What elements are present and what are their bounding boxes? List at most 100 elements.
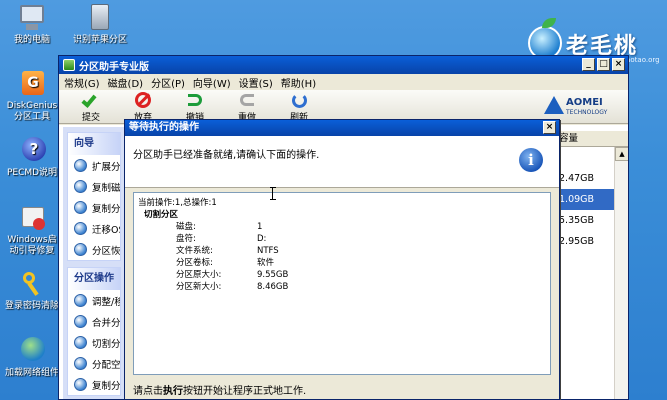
partition-op-item[interactable]: 合并分区	[68, 311, 120, 332]
dialog-title-bar[interactable]: 等待执行的操作 ×	[125, 120, 559, 136]
text-cursor-icon	[270, 187, 278, 200]
operation-field: 分区原大小: 9.55GB	[138, 269, 550, 281]
footer-post: 按钮开始让程序正式地工作.	[183, 386, 307, 397]
menu-help[interactable]: 帮助(H)	[280, 75, 323, 90]
field-key: 分区新大小:	[176, 282, 222, 292]
partition-op-icon	[74, 315, 87, 328]
wizard-item-icon	[74, 159, 87, 172]
close-button[interactable]: ×	[612, 58, 625, 71]
desktop-icon-apple-partition[interactable]: 识别苹果分区	[66, 4, 134, 46]
operation-list[interactable]: 当前操作:1,总操作:1 切割分区 磁盘: 1 盘符: D: 文件系统: NTFS 分…	[133, 192, 551, 375]
wizard-item[interactable]: 复制分区向导	[68, 197, 120, 218]
desktop-icon-my-computer[interactable]: 我的电脑	[0, 4, 64, 46]
partition-op-item[interactable]: 切割分区	[68, 332, 120, 353]
wizard-group: 向导 扩展分区向导 复制磁盘向导 复制分区向导 迁移OS到SSD 分区恢复向导	[67, 132, 121, 261]
wizard-item[interactable]: 分区恢复向导	[68, 239, 120, 260]
partition-op-label: 切割分区	[92, 338, 120, 350]
operation-field: 磁盘: 1	[138, 221, 550, 233]
wizard-item-icon	[74, 222, 87, 235]
app-icon	[63, 59, 75, 71]
desktop-icon-diskgenius[interactable]: G DiskGenius分区工具	[0, 70, 64, 123]
menu-settings[interactable]: 设置(S)	[238, 75, 280, 90]
footer-pre: 请点击	[133, 386, 163, 397]
operation-field: 分区卷标: 软件	[138, 257, 550, 269]
operation-title: 切割分区	[144, 210, 179, 220]
desktop-icon-label: DiskGenius分区工具	[6, 101, 58, 122]
desktop-icon-label: 识别苹果分区	[72, 35, 127, 45]
menu-partition[interactable]: 分区(P)	[150, 75, 192, 90]
aomei-triangle-icon	[544, 96, 564, 114]
discard-icon	[133, 92, 153, 109]
operation-field: 分区新大小: 8.46GB	[138, 281, 550, 293]
desktop-icon-label: 我的电脑	[13, 35, 50, 45]
redo-icon	[237, 92, 257, 109]
vertical-scrollbar[interactable]: ▲	[614, 147, 628, 399]
info-icon: i	[519, 148, 543, 172]
partition-op-icon	[74, 294, 87, 307]
partition-op-label: 复制分区	[92, 380, 120, 392]
desktop-icon-label: 加载网络组件	[4, 368, 59, 378]
menu-general[interactable]: 常规(G)	[63, 75, 107, 90]
operation-counter: 当前操作:1,总操作:1	[138, 198, 217, 208]
field-value: 8.46GB	[257, 282, 289, 292]
partition-op-item[interactable]: 复制分区	[68, 374, 120, 395]
desktop-icon-password-clear[interactable]: 登录密码清除	[0, 270, 64, 312]
wizard-item[interactable]: 扩展分区向导	[68, 155, 120, 176]
scroll-up-icon[interactable]: ▲	[615, 147, 628, 161]
wizard-item-icon	[74, 201, 87, 214]
partition-op-icon	[74, 378, 87, 391]
undo-icon	[185, 92, 205, 109]
partition-op-item[interactable]: 分配空闲空间	[68, 353, 120, 374]
wizard-item-label: 复制磁盘向导	[92, 182, 120, 194]
field-key: 分区卷标:	[176, 258, 213, 268]
dialog-close-button[interactable]: ×	[543, 121, 556, 134]
field-value: 9.55GB	[257, 270, 289, 280]
operation-field: 盘符: D:	[138, 233, 550, 245]
wizard-item-label: 迁移OS到SSD	[92, 224, 120, 236]
field-key: 分区原大小:	[176, 270, 222, 280]
desktop-icon-pecmd[interactable]: ? PECMD说明	[0, 137, 64, 179]
apply-button[interactable]: 提交	[65, 92, 117, 123]
menu-disk[interactable]: 磁盘(D)	[107, 75, 151, 90]
vendor-name: AOMEI	[566, 97, 603, 108]
field-value: NTFS	[257, 246, 279, 256]
partition-op-item[interactable]: 调整/移动分区	[68, 290, 120, 311]
dialog-header: 分区助手已经准备就绪,请确认下面的操作. i	[125, 136, 559, 188]
aomei-logo: AOMEI TECHNOLOGY	[544, 94, 616, 120]
wizard-item[interactable]: 迁移OS到SSD	[68, 218, 120, 239]
apply-label: 提交	[81, 113, 100, 123]
minimize-button[interactable]: _	[582, 58, 595, 71]
field-value: D:	[257, 234, 267, 244]
computer-icon	[17, 4, 47, 32]
field-key: 盘符:	[176, 234, 196, 244]
partition-op-label: 调整/移动分区	[92, 296, 120, 308]
dialog-footer-text: 请点击执行按钮开始让程序正式地工作.	[133, 382, 306, 397]
desktop-icon-network[interactable]: 加载网络组件	[0, 337, 64, 379]
partition-ops-title[interactable]: 分区操作	[68, 268, 120, 290]
window-title-bar[interactable]: 分区助手专业版 _ □ ×	[59, 56, 628, 74]
partition-ops-group: 分区操作 调整/移动分区 合并分区 切割分区 分配空闲空间 复制分区	[67, 267, 121, 396]
left-panel: 向导 扩展分区向导 复制磁盘向导 复制分区向导 迁移OS到SSD 分区恢复向导 …	[63, 127, 125, 399]
drive-icon	[85, 4, 115, 32]
operation-field: 文件系统: NTFS	[138, 245, 550, 257]
checkmark-icon	[81, 92, 101, 109]
wizard-item-label: 扩展分区向导	[92, 161, 120, 173]
field-value: 1	[257, 222, 263, 232]
wizard-item[interactable]: 复制磁盘向导	[68, 176, 120, 197]
partition-op-icon	[74, 336, 87, 349]
wizard-group-title[interactable]: 向导	[68, 133, 120, 155]
desktop-icon-label: 登录密码清除	[4, 301, 59, 311]
pending-operations-dialog: 等待执行的操作 × 分区助手已经准备就绪,请确认下面的操作. i 当前操作:1,…	[124, 119, 560, 400]
vendor-sub: TECHNOLOGY	[566, 109, 608, 116]
desktop-icon-label: Windows启动引导修复	[7, 235, 57, 256]
leaf-icon	[542, 18, 556, 28]
wizard-item-icon	[74, 243, 87, 256]
maximize-button[interactable]: □	[597, 58, 610, 71]
dialog-title: 等待执行的操作	[129, 122, 199, 133]
desktop-icon-boot-repair[interactable]: Windows启动引导修复	[0, 204, 64, 257]
refresh-icon	[289, 92, 309, 109]
capacity-column-header[interactable]: 容量	[553, 131, 628, 147]
menu-wizard[interactable]: 向导(W)	[192, 75, 238, 90]
dialog-message: 分区助手已经准备就绪,请确认下面的操作.	[133, 150, 320, 161]
menu-bar: 常规(G) 磁盘(D) 分区(P) 向导(W) 设置(S) 帮助(H)	[59, 74, 628, 90]
